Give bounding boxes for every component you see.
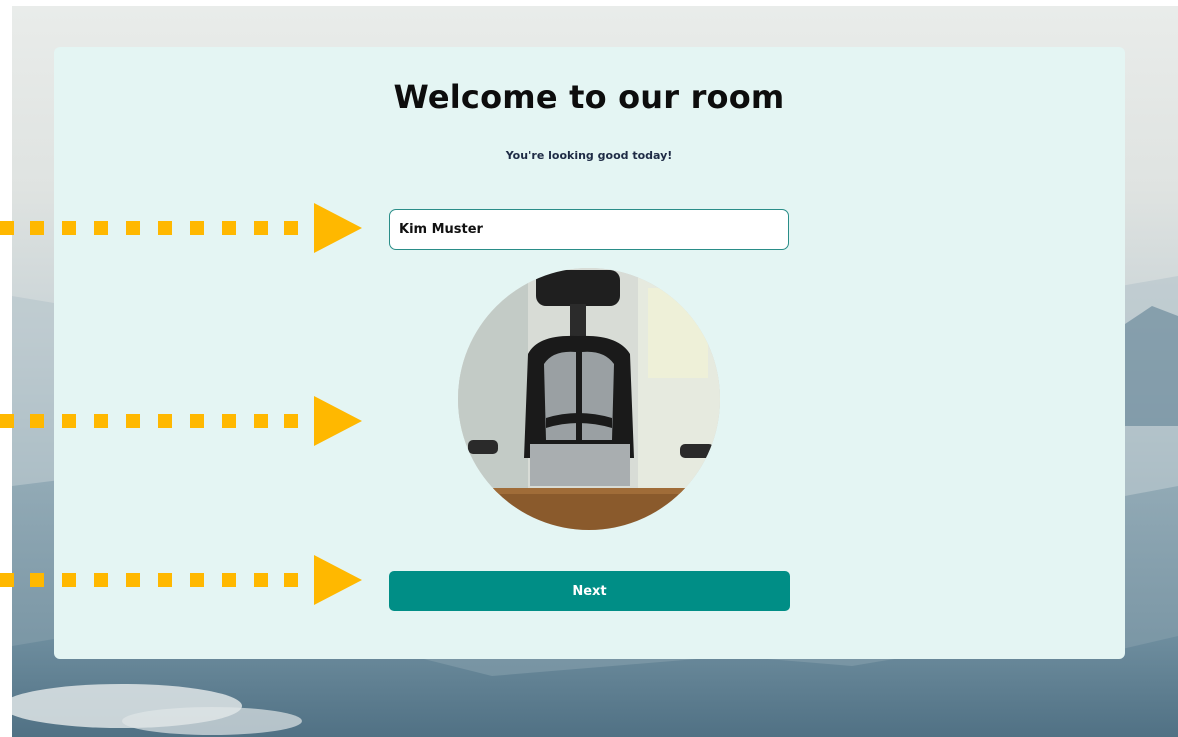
page-title: Welcome to our room — [393, 78, 785, 116]
arrow-right-icon — [0, 555, 362, 605]
name-input[interactable] — [389, 209, 789, 250]
arrow-right-icon — [0, 396, 362, 446]
arrow-right-icon — [0, 203, 362, 253]
next-button[interactable]: Next — [389, 571, 790, 611]
camera-preview-image — [458, 268, 720, 530]
camera-preview — [458, 268, 720, 530]
page-subtitle: You're looking good today! — [505, 149, 673, 162]
app-window: Welcome to our room You're looking good … — [0, 0, 1178, 737]
